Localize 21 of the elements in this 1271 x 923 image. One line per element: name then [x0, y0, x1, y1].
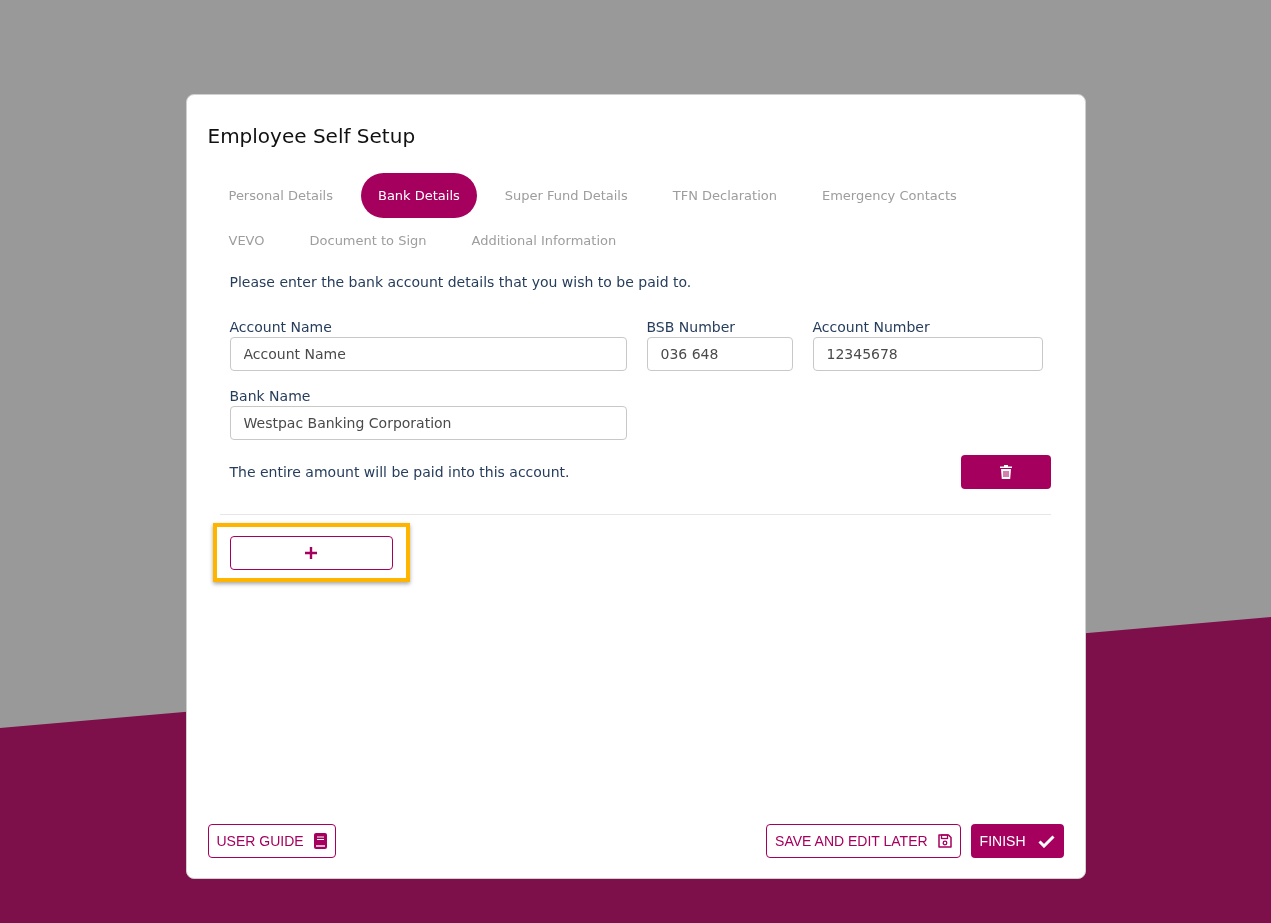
window-title: Employee Self Setup [207, 123, 417, 150]
input-field[interactable]: Account Name [229, 337, 627, 371]
check-icon [1037, 834, 1055, 848]
input-field[interactable]: 12345678 [812, 337, 1043, 371]
delete-button[interactable] [960, 455, 1051, 489]
trash-icon [999, 465, 1012, 479]
field-label: Bank Name [229, 387, 312, 406]
field-label: Account Number [812, 318, 931, 337]
finish-button[interactable]: FINISH [970, 824, 1064, 858]
user-guide-button[interactable]: USER GUIDE [207, 824, 336, 858]
add-button[interactable] [229, 536, 393, 570]
tab[interactable]: Bank Details [360, 173, 477, 218]
save-button[interactable]: SAVE AND EDIT LATER [766, 824, 961, 858]
field-label: Account Name [229, 318, 333, 337]
plus-icon [305, 547, 317, 559]
input-field[interactable]: Westpac Banking Corporation [229, 406, 627, 440]
input-field[interactable]: 036 648 [646, 337, 793, 371]
instruction-text: Please enter the bank account details that you wish to be paid to. [229, 273, 693, 292]
payment-note: The entire amount will be paid into this account. [229, 463, 570, 482]
field-label: BSB Number [646, 318, 737, 337]
book-icon [313, 833, 327, 849]
